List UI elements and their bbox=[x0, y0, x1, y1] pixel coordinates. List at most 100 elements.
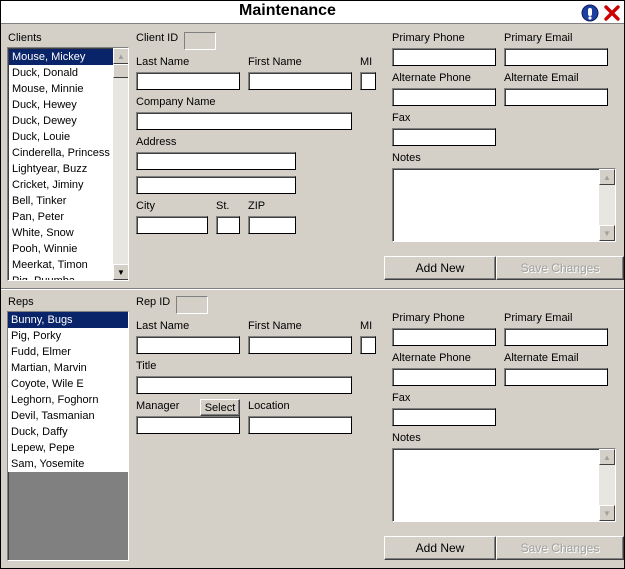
address-line2-input[interactable] bbox=[136, 176, 296, 194]
rep-primary-phone-label: Primary Phone bbox=[392, 312, 465, 324]
rep-list-item[interactable]: Devil, Tasmanian bbox=[8, 408, 128, 424]
manager-select-button[interactable]: Select bbox=[200, 399, 240, 416]
address-label: Address bbox=[136, 136, 177, 148]
client-alt-email-label: Alternate Email bbox=[504, 72, 579, 84]
zip-input[interactable] bbox=[248, 216, 296, 234]
client-list-item[interactable]: Bell, Tinker bbox=[9, 193, 113, 209]
client-list-item[interactable]: Pooh, Winnie bbox=[9, 241, 113, 257]
client-list-item[interactable]: Duck, Donald bbox=[9, 65, 113, 81]
client-add-new-button[interactable]: Add New bbox=[384, 256, 496, 280]
client-fax-input[interactable] bbox=[392, 128, 496, 146]
client-primary-email-input[interactable] bbox=[504, 48, 608, 66]
rep-title-label: Title bbox=[136, 360, 157, 372]
location-input[interactable] bbox=[248, 416, 352, 434]
rep-list-item[interactable]: Lepew, Pepe bbox=[8, 440, 128, 456]
client-mi-input[interactable] bbox=[360, 72, 376, 90]
scroll-down-icon[interactable]: ▼ bbox=[599, 505, 615, 521]
client-list-item[interactable]: Duck, Hewey bbox=[9, 97, 113, 113]
rep-alt-phone-input[interactable] bbox=[392, 368, 496, 386]
client-notes-label: Notes bbox=[392, 152, 421, 164]
city-input[interactable] bbox=[136, 216, 208, 234]
scroll-up-icon[interactable]: ▲ bbox=[113, 48, 128, 64]
close-icon[interactable] bbox=[602, 3, 622, 23]
rep-list-item[interactable]: Fudd, Elmer bbox=[8, 344, 128, 360]
client-fax-label: Fax bbox=[392, 112, 411, 124]
client-list-item[interactable]: Meerkat, Timon bbox=[9, 257, 113, 273]
rep-last-name-input[interactable] bbox=[136, 336, 240, 354]
client-list-item[interactable]: Mouse, Minnie bbox=[9, 81, 113, 97]
clients-list-label: Clients bbox=[8, 32, 42, 44]
client-list-item[interactable]: White, Snow bbox=[9, 225, 113, 241]
rep-list-item[interactable]: Leghorn, Foghorn bbox=[8, 392, 128, 408]
client-list-item[interactable]: Pig, Puumba bbox=[9, 273, 113, 280]
client-alt-email-input[interactable] bbox=[504, 88, 608, 106]
client-primary-email-label: Primary Email bbox=[504, 32, 573, 44]
state-label: St. bbox=[216, 200, 230, 212]
rep-alt-email-input[interactable] bbox=[504, 368, 608, 386]
rep-alt-email-label: Alternate Email bbox=[504, 352, 579, 364]
client-list-item[interactable]: Duck, Louie bbox=[9, 129, 113, 145]
section-divider bbox=[1, 288, 624, 290]
scroll-up-icon[interactable]: ▲ bbox=[599, 169, 615, 185]
rep-list-item[interactable]: Bunny, Bugs bbox=[8, 312, 128, 328]
address-line1-input[interactable] bbox=[136, 152, 296, 170]
rep-mi-label: MI bbox=[360, 320, 373, 332]
rep-first-name-input[interactable] bbox=[248, 336, 352, 354]
clients-listbox[interactable]: Mouse, Mickey Duck, Donald Mouse, Minnie Du… bbox=[7, 47, 129, 281]
rep-notes-textarea[interactable]: ▲ ▼ bbox=[392, 448, 616, 522]
client-list-item[interactable]: Duck, Dewey bbox=[9, 113, 113, 129]
manager-input[interactable] bbox=[136, 416, 240, 434]
rep-primary-email-input[interactable] bbox=[504, 328, 608, 346]
rep-save-changes-button[interactable]: Save Changes bbox=[496, 536, 624, 560]
client-first-name-input[interactable] bbox=[248, 72, 352, 90]
client-primary-phone-input[interactable] bbox=[392, 48, 496, 66]
rep-last-name-label: Last Name bbox=[136, 320, 190, 332]
rep-notes-label: Notes bbox=[392, 432, 421, 444]
scroll-down-icon[interactable]: ▼ bbox=[113, 264, 128, 280]
scroll-down-icon[interactable]: ▼ bbox=[599, 225, 615, 241]
client-list-item[interactable]: Cinderella, Princess bbox=[9, 145, 113, 161]
rep-notes-scrollbar[interactable]: ▲ ▼ bbox=[599, 449, 615, 521]
rep-first-name-label: First Name bbox=[248, 320, 302, 332]
client-notes-textarea[interactable]: ▲ ▼ bbox=[392, 168, 616, 242]
client-last-name-input[interactable] bbox=[136, 72, 240, 90]
client-list-item[interactable]: Cricket, Jiminy bbox=[9, 177, 113, 193]
client-list-item[interactable]: Mouse, Mickey bbox=[9, 49, 113, 65]
reps-listbox[interactable]: Bunny, Bugs Pig, Porky Fudd, Elmer Martian,… bbox=[7, 311, 129, 561]
rep-title-input[interactable] bbox=[136, 376, 352, 394]
reps-list-label: Reps bbox=[8, 296, 34, 308]
rep-fax-label: Fax bbox=[392, 392, 411, 404]
client-notes-scrollbar[interactable]: ▲ ▼ bbox=[599, 169, 615, 241]
rep-add-new-button[interactable]: Add New bbox=[384, 536, 496, 560]
state-input[interactable] bbox=[216, 216, 240, 234]
client-save-changes-button[interactable]: Save Changes bbox=[496, 256, 624, 280]
client-first-name-label: First Name bbox=[248, 56, 302, 68]
location-label: Location bbox=[248, 400, 290, 412]
rep-list-item[interactable]: Pig, Porky bbox=[8, 328, 128, 344]
client-alt-phone-label: Alternate Phone bbox=[392, 72, 471, 84]
rep-fax-input[interactable] bbox=[392, 408, 496, 426]
info-icon[interactable] bbox=[580, 3, 600, 23]
rep-list-item[interactable]: Coyote, Wile E bbox=[8, 376, 128, 392]
rep-primary-phone-input[interactable] bbox=[392, 328, 496, 346]
client-list-item[interactable]: Pan, Peter bbox=[9, 209, 113, 225]
clients-scrollbar[interactable]: ▲ ▼ bbox=[113, 48, 128, 280]
rep-mi-input[interactable] bbox=[360, 336, 376, 354]
company-name-input[interactable] bbox=[136, 112, 352, 130]
client-last-name-label: Last Name bbox=[136, 56, 190, 68]
client-alt-phone-input[interactable] bbox=[392, 88, 496, 106]
client-mi-label: MI bbox=[360, 56, 373, 68]
rep-primary-email-label: Primary Email bbox=[504, 312, 573, 324]
city-label: City bbox=[136, 200, 155, 212]
window-title: Maintenance bbox=[239, 2, 336, 19]
client-list-item[interactable]: Lightyear, Buzz bbox=[9, 161, 113, 177]
rep-list-item[interactable]: Martian, Marvin bbox=[8, 360, 128, 376]
rep-id-label: Rep ID bbox=[136, 296, 171, 308]
rep-list-item[interactable]: Duck, Daffy bbox=[8, 424, 128, 440]
rep-list-item[interactable]: Sam, Yosemite bbox=[8, 456, 128, 472]
rep-alt-phone-label: Alternate Phone bbox=[392, 352, 471, 364]
manager-label: Manager bbox=[136, 400, 180, 412]
scroll-up-icon[interactable]: ▲ bbox=[599, 449, 615, 465]
zip-label: ZIP bbox=[248, 200, 266, 212]
scroll-thumb[interactable] bbox=[113, 64, 128, 78]
